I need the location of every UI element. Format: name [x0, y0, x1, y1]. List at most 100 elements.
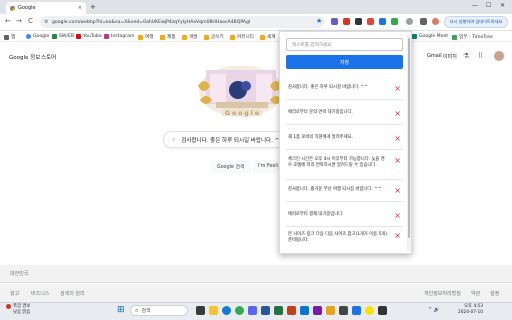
extension-1-icon[interactable]	[331, 18, 338, 25]
memo-extension-icon[interactable]	[406, 18, 413, 25]
bookmark-label: 업무 - TimeTree	[459, 35, 493, 40]
bookmark-label: 글쓰기	[211, 35, 224, 40]
bookmark-folder-writing[interactable]: 글쓰기	[204, 34, 224, 40]
profile-avatar-icon[interactable]	[432, 18, 439, 25]
timetree-icon	[452, 34, 457, 40]
bookmark-folder-dev[interactable]: 개발	[182, 34, 197, 40]
memo-item[interactable]: 체크인 시간은 오후 4시 이후부터 가능합니다. 늦을 경우 호텔에 미리 연…	[286, 153, 403, 180]
delete-icon[interactable]: ×	[394, 85, 401, 93]
memo-item[interactable]: 감사합니다. 즐거운 부산 여행 되시길 바랍니다. ^^ ×	[286, 183, 403, 202]
memo-item[interactable]: 본 사이즈 링크 다음 다음 사이즈 참고(1개가 이용 5개) 준비됩니다. …	[286, 228, 403, 252]
forward-icon[interactable]: →	[16, 17, 22, 25]
app-icon-6[interactable]	[378, 306, 387, 315]
delete-icon[interactable]: ×	[394, 232, 401, 240]
tab-google[interactable]: Google ×	[6, 2, 86, 14]
bookmark-folder-world[interactable]: 세계	[260, 34, 275, 40]
bookmark-google[interactable]: Google	[26, 34, 49, 39]
labs-flask-icon[interactable]: ⚗	[463, 52, 469, 60]
images-link[interactable]: 이미지	[443, 53, 457, 60]
terms-link[interactable]: 약관	[471, 290, 480, 297]
tab-close-icon[interactable]: ×	[78, 5, 82, 11]
powerpoint-icon[interactable]	[287, 306, 296, 315]
bookmark-folder-travel[interactable]: 여행	[138, 34, 153, 40]
bookmark-apps[interactable]: 앱	[4, 34, 15, 40]
bookmark-timetree[interactable]: 업무 - TimeTree	[452, 34, 493, 40]
close-window-icon[interactable]: ✕	[500, 2, 505, 9]
privacy-link[interactable]: 개인정보처리방침	[424, 290, 461, 297]
google-about-link[interactable]: Google 정보	[9, 53, 40, 61]
delete-icon[interactable]: ×	[394, 212, 401, 220]
google-search-button[interactable]: Google 검색	[210, 160, 252, 173]
bookmark-star-icon[interactable]: ★	[316, 17, 322, 25]
app-icon-2[interactable]	[313, 306, 322, 315]
app-icon-5[interactable]	[352, 306, 361, 315]
bookmark-label: 여행	[145, 35, 154, 40]
business-link[interactable]: 비즈니스	[31, 290, 49, 297]
file-explorer-icon[interactable]	[209, 306, 218, 315]
back-icon[interactable]: ←	[5, 17, 11, 25]
bookmark-youtube[interactable]: YouTube	[76, 34, 102, 39]
popup-scrollbar-thumb[interactable]	[408, 38, 410, 238]
delete-icon[interactable]: ×	[394, 157, 401, 165]
app-icon-1[interactable]	[248, 306, 257, 315]
new-tab-button[interactable]: +	[90, 3, 96, 11]
taskbar-search[interactable]: ⌕ 검색	[130, 305, 188, 316]
bookmark-google-meet[interactable]: Google Meet	[412, 34, 448, 39]
memo-item[interactable]: 감사합니다. 좋은 하루 되시길 바랍니다. ^^ ×	[286, 81, 403, 100]
bookmark-folder-product[interactable]: 제품	[160, 34, 175, 40]
clock[interactable]: 오후 4:53 2024-07-10	[458, 304, 483, 315]
feeling-lucky-button[interactable]: I'm Feeling Lucky	[253, 160, 279, 173]
account-avatar[interactable]	[494, 51, 504, 61]
footer-links: 광고 비즈니스 검색의 원리 개인정보처리방침 약관 설정	[0, 284, 512, 302]
app-icon-4[interactable]	[339, 306, 348, 315]
bookmark-folder-community[interactable]: 커뮤니티	[230, 34, 254, 40]
ads-link[interactable]: 광고	[10, 290, 19, 297]
edge-icon[interactable]	[222, 306, 231, 315]
extension-6-icon[interactable]	[391, 18, 398, 25]
how-search-works-link[interactable]: 검색의 원리	[60, 290, 85, 297]
site-info-icon[interactable]: ⚙	[44, 19, 48, 25]
weather-widget[interactable]: 폭염 경보 낮음 맑음	[6, 304, 30, 315]
memo-text: 본 사이즈 링크 다음 다음 사이즈 참고(1개가 이용 5개) 준비됩니다.	[288, 232, 387, 243]
reload-icon[interactable]: C	[28, 17, 33, 25]
delete-icon[interactable]: ×	[394, 187, 401, 195]
save-button[interactable]: 저장	[286, 55, 403, 69]
bookmark-sweb[interactable]: SW/EB	[52, 34, 74, 39]
gmail-link[interactable]: Gmail	[427, 53, 442, 59]
tray-icons[interactable]: ^ 🔊	[428, 307, 440, 313]
weather-alert-icon	[6, 304, 11, 310]
google-doodle[interactable]: G o o g l e	[196, 66, 286, 119]
bookmark-instagram[interactable]: Instagram	[104, 34, 134, 39]
extension-2-icon[interactable]	[343, 18, 350, 25]
extension-5-icon[interactable]	[379, 18, 386, 25]
memo-item[interactable]: 에러로부터 문의 연락 대기중입니다. ×	[286, 106, 403, 125]
task-view-icon[interactable]	[196, 306, 205, 315]
windows-start-icon[interactable]: ⊞	[117, 305, 126, 315]
bookmark-label: 세계	[267, 35, 276, 40]
delete-icon[interactable]: ×	[394, 135, 401, 143]
memo-input[interactable]: 텍스트를 입력하세요	[286, 38, 403, 51]
folder-icon	[138, 34, 143, 40]
delete-icon[interactable]: ×	[394, 110, 401, 118]
excel-icon[interactable]	[274, 306, 283, 315]
outlook-icon[interactable]	[300, 306, 309, 315]
google-icon	[26, 34, 31, 39]
extension-3-icon[interactable]	[355, 18, 362, 25]
minimize-icon[interactable]: —	[472, 2, 478, 9]
footer-country: 대한민국	[0, 265, 512, 283]
apps-grid-icon[interactable]: ⠿	[478, 52, 483, 60]
chrome-icon[interactable]	[235, 306, 244, 315]
address-bar[interactable]: ⚙ google.com/webhp?hl=ko&sa=X&ved=0ahUKE…	[40, 16, 324, 28]
app-icon-3[interactable]	[326, 306, 335, 315]
word-icon[interactable]	[261, 306, 270, 315]
extension-4-icon[interactable]	[367, 18, 374, 25]
memo-item[interactable]: 에러로부터 결제 대기중입니다. ×	[286, 208, 403, 227]
update-button[interactable]: 다시 실행하여 업데이트하세요	[444, 16, 508, 28]
settings-link[interactable]: 설정	[490, 290, 499, 297]
maximize-icon[interactable]: ☐	[486, 2, 491, 9]
extensions-puzzle-icon[interactable]	[420, 18, 427, 25]
memo-text: 에러로부터 문의 연락 대기중입니다.	[288, 110, 353, 115]
kakaotalk-icon[interactable]	[365, 306, 374, 315]
memo-item[interactable]: 재 1층 로비의 직원에게 알려주세요. ×	[286, 131, 403, 150]
google-store-link[interactable]: 스토어	[41, 53, 56, 61]
